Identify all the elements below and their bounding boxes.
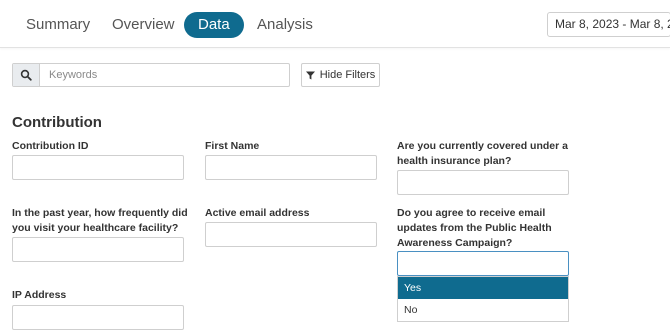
email-field[interactable] <box>205 222 377 247</box>
email-updates-dropdown: Yes No <box>397 276 569 322</box>
insurance-question-label: Are you currently covered under a health… <box>397 140 568 167</box>
search-box <box>12 63 290 87</box>
tab-analysis[interactable]: Analysis <box>257 12 313 38</box>
ip-address-label: IP Address <box>12 289 67 301</box>
email-updates-select[interactable] <box>397 251 569 276</box>
insurance-field[interactable] <box>397 170 569 195</box>
contribution-id-label: Contribution ID <box>12 140 89 152</box>
dropdown-option-yes[interactable]: Yes <box>398 277 568 299</box>
hide-filters-button[interactable]: Hide Filters <box>301 63 380 87</box>
section-title: Contribution <box>12 114 102 131</box>
first-name-field[interactable] <box>205 155 377 180</box>
dropdown-option-no[interactable]: No <box>398 299 568 321</box>
visit-frequency-field[interactable] <box>12 237 184 262</box>
search-input[interactable] <box>41 64 289 86</box>
search-icon[interactable] <box>13 64 40 86</box>
email-updates-label: Do you agree to receive email updates fr… <box>397 207 552 249</box>
hide-filters-label: Hide Filters <box>319 69 376 81</box>
filter-icon <box>305 70 315 80</box>
contribution-id-field[interactable] <box>12 155 184 180</box>
first-name-label: First Name <box>205 140 260 152</box>
email-label: Active email address <box>205 207 310 219</box>
visit-frequency-label: In the past year, how frequently did you… <box>12 207 188 234</box>
tab-summary[interactable]: Summary <box>26 12 90 38</box>
tab-overview[interactable]: Overview <box>112 12 175 38</box>
top-navigation: Summary Overview Data Analysis Mar 8, 20… <box>0 0 670 48</box>
tab-data[interactable]: Data <box>184 12 244 38</box>
ip-address-field[interactable] <box>12 305 184 330</box>
date-range-picker[interactable]: Mar 8, 2023 - Mar 8, 2023 <box>547 12 670 37</box>
